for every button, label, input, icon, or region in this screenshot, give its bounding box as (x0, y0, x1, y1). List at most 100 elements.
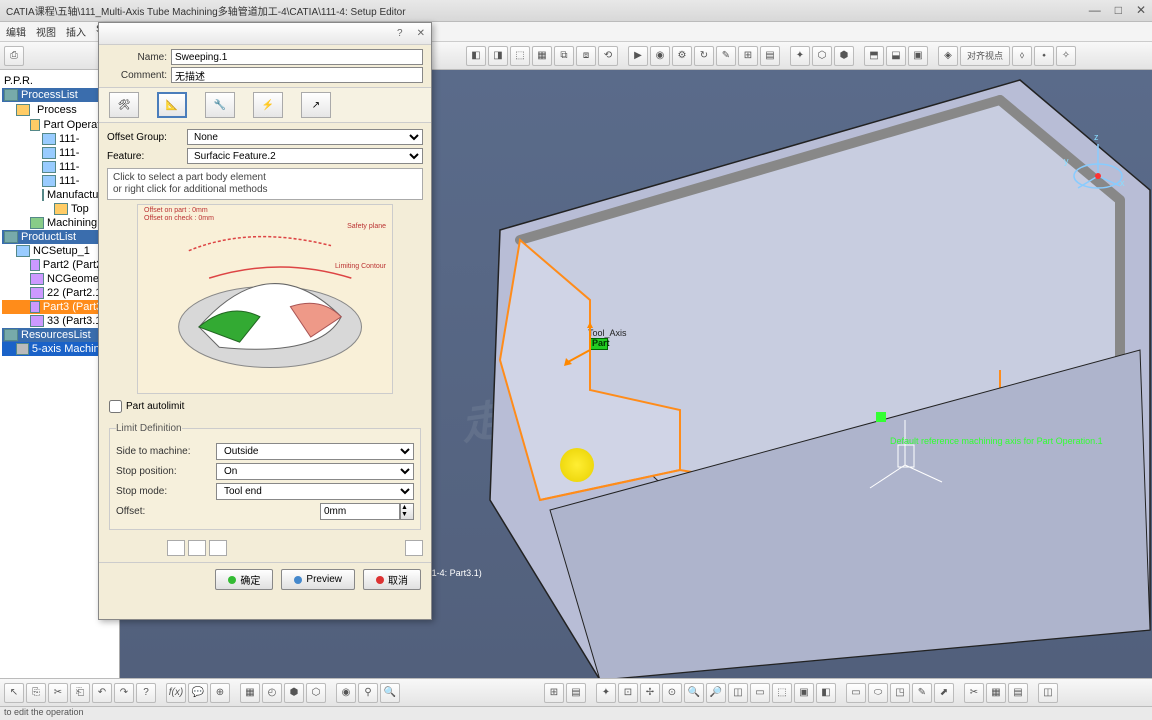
geometry-diagram[interactable]: Offset on part : 0mm Offset on check : 0… (137, 204, 393, 394)
bt-g2[interactable]: ▤ (566, 683, 586, 703)
bt-j3[interactable]: ▤ (1008, 683, 1028, 703)
tb-c1[interactable]: ✦ (790, 46, 810, 66)
tb-d3[interactable]: ▣ (908, 46, 928, 66)
bt-5[interactable]: ↶ (92, 683, 112, 703)
selection-hint[interactable]: Click to select a part body element or r… (107, 168, 423, 200)
tab-tool[interactable]: 🔧 (205, 92, 235, 118)
bt-i2[interactable]: ⬭ (868, 683, 888, 703)
tb-b7[interactable]: ▤ (760, 46, 780, 66)
tab-geometry[interactable]: 📐 (157, 92, 187, 118)
bt-13[interactable]: ⬡ (306, 683, 326, 703)
dialog-tabs: 🛠 📐 🔧 ⚡ ↗ (99, 87, 431, 123)
close-button[interactable]: ✕ (1136, 3, 1146, 18)
bt-h1[interactable]: ✦ (596, 683, 616, 703)
tb-e5[interactable]: ✧ (1056, 46, 1076, 66)
bt-i4[interactable]: ✎ (912, 683, 932, 703)
tool-1[interactable]: ⎙ (4, 46, 24, 66)
tab-macro[interactable]: ↗ (301, 92, 331, 118)
bt-9[interactable]: ⊕ (210, 683, 230, 703)
tb-a3[interactable]: ⬚ (510, 46, 530, 66)
bt-h8[interactable]: ▭ (750, 683, 770, 703)
bt-h2[interactable]: ⊡ (618, 683, 638, 703)
bt-h3[interactable]: ✢ (640, 683, 660, 703)
tb-c2[interactable]: ⬡ (812, 46, 832, 66)
bt-4[interactable]: ⎗ (70, 683, 90, 703)
tb-b2[interactable]: ◉ (650, 46, 670, 66)
bt-16[interactable]: 🔍 (380, 683, 400, 703)
name-input[interactable] (171, 49, 423, 65)
bt-h10[interactable]: ▣ (794, 683, 814, 703)
bt-j1[interactable]: ✂ (964, 683, 984, 703)
bt-11[interactable]: ◴ (262, 683, 282, 703)
bt-15[interactable]: ⚲ (358, 683, 378, 703)
tb-a7[interactable]: ⟲ (598, 46, 618, 66)
bt-12[interactable]: ⬢ (284, 683, 304, 703)
bt-6[interactable]: ↷ (114, 683, 134, 703)
menu-insert[interactable]: 插入 (66, 24, 86, 39)
tab-strategy[interactable]: 🛠 (109, 92, 139, 118)
offset-spinner[interactable]: ▲▼ (400, 503, 414, 520)
tb-d2[interactable]: ⬓ (886, 46, 906, 66)
bt-7[interactable]: ? (136, 683, 156, 703)
tb-b4[interactable]: ↻ (694, 46, 714, 66)
diag-option-3[interactable] (209, 540, 227, 556)
minimize-button[interactable]: — (1089, 3, 1101, 18)
tb-a6[interactable]: ⧈ (576, 46, 596, 66)
dialog-close-button[interactable]: ✕ (417, 28, 425, 39)
bt-h7[interactable]: ◫ (728, 683, 748, 703)
bt-i1[interactable]: ▭ (846, 683, 866, 703)
bt-10[interactable]: ▦ (240, 683, 260, 703)
tb-c3[interactable]: ⬢ (834, 46, 854, 66)
tb-b5[interactable]: ✎ (716, 46, 736, 66)
menu-view[interactable]: 视图 (36, 24, 56, 39)
tb-b6[interactable]: ⊞ (738, 46, 758, 66)
bt-j2[interactable]: ▦ (986, 683, 1006, 703)
bt-1[interactable]: ↖ (4, 683, 24, 703)
diag-option-right[interactable] (405, 540, 423, 556)
side-to-machine-select[interactable]: Outside (216, 443, 414, 460)
bt-k1[interactable]: ◫ (1038, 683, 1058, 703)
bt-fx[interactable]: f(x) (166, 683, 186, 703)
tb-e1[interactable]: ◈ (938, 46, 958, 66)
tb-e4[interactable]: ⬩ (1034, 46, 1054, 66)
tb-e3[interactable]: ⬨ (1012, 46, 1032, 66)
stop-position-select[interactable]: On (216, 463, 414, 480)
maximize-button[interactable]: □ (1115, 3, 1122, 18)
tb-a5[interactable]: ⧉ (554, 46, 574, 66)
tb-b3[interactable]: ⚙ (672, 46, 692, 66)
bt-h11[interactable]: ◧ (816, 683, 836, 703)
bt-g1[interactable]: ⊞ (544, 683, 564, 703)
bt-i5[interactable]: ⬈ (934, 683, 954, 703)
ok-button[interactable]: 确定 (215, 569, 273, 590)
tb-a4[interactable]: ▦ (532, 46, 552, 66)
bt-h9[interactable]: ⬚ (772, 683, 792, 703)
tb-a2[interactable]: ◨ (488, 46, 508, 66)
menu-edit[interactable]: 编辑 (6, 24, 26, 39)
offset-group-select[interactable]: None (187, 129, 423, 145)
bt-2[interactable]: ⎘ (26, 683, 46, 703)
tab-feeds[interactable]: ⚡ (253, 92, 283, 118)
tb-e2[interactable]: 对齐视点 (960, 46, 1010, 66)
tb-b1[interactable]: ▶ (628, 46, 648, 66)
bt-h4[interactable]: ⊙ (662, 683, 682, 703)
bt-i3[interactable]: ◳ (890, 683, 910, 703)
diag-option-1[interactable] (167, 540, 185, 556)
stop-mode-select[interactable]: Tool end (216, 483, 414, 500)
bt-8[interactable]: 💬 (188, 683, 208, 703)
bt-3[interactable]: ✂ (48, 683, 68, 703)
offset-group-label: Offset Group: (107, 132, 183, 143)
cancel-button[interactable]: 取消 (363, 569, 421, 590)
bt-h6[interactable]: 🔎 (706, 683, 726, 703)
diag-option-2[interactable] (188, 540, 206, 556)
feature-select[interactable]: Surfacic Feature.2 (187, 148, 423, 164)
dialog-help-button[interactable]: ? (397, 28, 403, 39)
offset-input[interactable] (320, 503, 400, 520)
comment-input[interactable] (171, 67, 423, 83)
tb-d1[interactable]: ⬒ (864, 46, 884, 66)
part-autolimit-checkbox[interactable]: Part autolimit (109, 400, 421, 413)
preview-button[interactable]: Preview (281, 569, 355, 590)
bt-h5[interactable]: 🔍 (684, 683, 704, 703)
compass[interactable]: z x y (1068, 136, 1128, 196)
tb-a1[interactable]: ◧ (466, 46, 486, 66)
bt-14[interactable]: ◉ (336, 683, 356, 703)
